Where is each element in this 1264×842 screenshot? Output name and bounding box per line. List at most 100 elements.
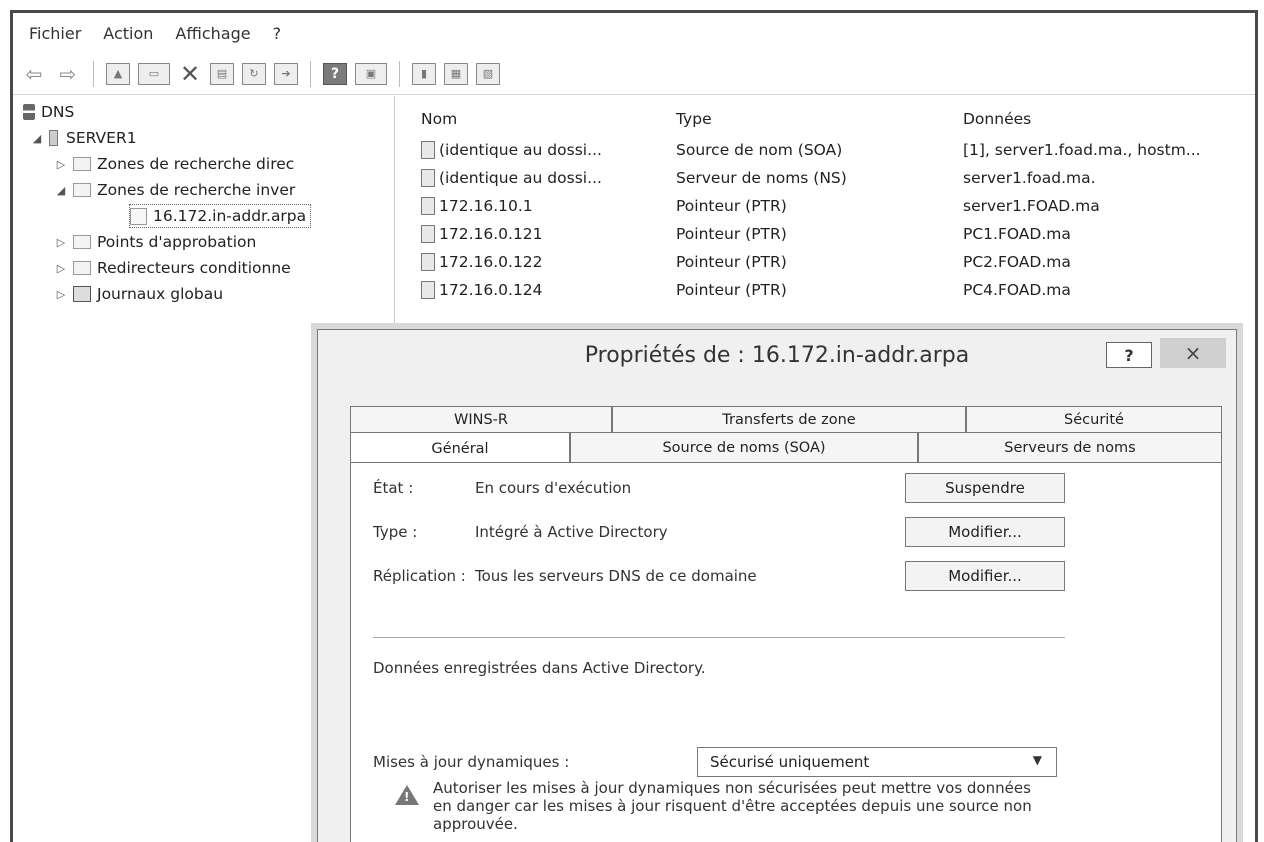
tree-node-reverse-zones[interactable]: ◢ Zones de recherche inver [53,178,296,202]
dynamic-updates-select[interactable]: Sécurisé uniquement ▼ [697,747,1057,777]
tree-label: Zones de recherche inver [97,181,296,199]
tree-node-dns[interactable]: DNS [23,100,74,124]
menu-fichier[interactable]: Fichier [29,24,81,43]
type-value: Intégré à Active Directory [475,523,668,541]
delete-icon[interactable]: ✕ [178,60,202,88]
tab-security[interactable]: Sécurité [966,406,1222,432]
chevron-down-icon: ▼ [1032,753,1042,767]
dialog-close-button[interactable]: × [1160,338,1226,368]
replication-label: Réplication : [373,567,466,585]
cell-name: 172.16.0.124 [439,280,543,299]
up-folder-icon[interactable]: ▲ [106,62,130,85]
cell-data: PC4.FOAD.ma [963,281,1071,299]
record-icon[interactable]: ▧ [476,62,500,85]
console-icon[interactable]: ▣ [355,62,387,85]
cell-data: PC2.FOAD.ma [963,253,1071,271]
cell-name: 172.16.0.121 [439,224,543,243]
record-icon [421,225,435,244]
general-tab-panel: État : En cours d'exécution Suspendre Ty… [350,462,1222,842]
list-header: Nom Type Données [401,110,1255,134]
menu-bar: Fichier Action Affichage ? [13,13,1255,53]
dns-icon [23,104,35,120]
table-row[interactable]: 172.16.0.121 Pointeur (PTR) PC1.FOAD.ma [401,220,1255,248]
toolbar: ⇦ ⇨ ▲ ▭ ✕ ▤ ↻ ➔ ? ▣ ▮ ▦ ▧ [13,53,1255,95]
tab-soa[interactable]: Source de noms (SOA) [570,432,918,462]
folder-icon [73,183,91,197]
expand-triangle-icon[interactable]: ▷ [53,236,69,249]
tab-wins-r[interactable]: WINS-R [350,406,612,432]
cell-data: server1.foad.ma. [963,169,1096,187]
tab-row-front: Général Source de noms (SOA) Serveurs de… [350,432,1222,464]
menu-affichage[interactable]: Affichage [175,24,250,43]
dialog-title: Propriétés de : 16.172.in-addr.arpa [584,342,970,368]
record-icon [421,197,435,216]
stored-in-ad-text: Données enregistrées dans Active Directo… [373,659,706,677]
replication-value: Tous les serveurs DNS de ce domaine [475,567,757,585]
column-header-donnees[interactable]: Données [963,110,1031,128]
table-row[interactable]: 172.16.0.124 Pointeur (PTR) PC4.FOAD.ma [401,276,1255,304]
mmc-window: Fichier Action Affichage ? ⇦ ⇨ ▲ ▭ ✕ ▤ ↻… [10,10,1258,842]
tab-name-servers[interactable]: Serveurs de noms [918,432,1222,462]
toolbar-separator [399,60,400,87]
expand-triangle-icon[interactable]: ▷ [53,158,69,171]
zone-icon[interactable]: ▦ [444,62,468,85]
tab-zone-transfers[interactable]: Transferts de zone [612,406,966,432]
export-icon[interactable]: ➔ [274,62,298,85]
server-icon[interactable]: ▮ [412,62,436,85]
toolbar-separator [93,60,94,87]
table-row[interactable]: (identique au dossi... Serveur de noms (… [401,164,1255,192]
cell-type: Serveur de noms (NS) [676,169,847,187]
cell-data: PC1.FOAD.ma [963,225,1071,243]
record-icon [421,281,435,300]
show-hide-tree-icon[interactable]: ▭ [138,62,170,85]
tree-node-forward-zones[interactable]: ▷ Zones de recherche direc [53,152,295,176]
help-icon[interactable]: ? [323,62,347,85]
cell-type: Pointeur (PTR) [676,253,787,271]
tab-row-back: WINS-R Transferts de zone Sécurité [350,406,1222,432]
suspend-button[interactable]: Suspendre [905,473,1065,503]
forward-arrow-icon[interactable]: ⇨ [55,62,81,86]
menu-action[interactable]: Action [103,24,153,43]
record-icon [421,141,435,160]
menu-help[interactable]: ? [273,24,282,43]
dynamic-updates-label: Mises à jour dynamiques : [373,753,570,771]
table-row[interactable]: (identique au dossi... Source de nom (SO… [401,136,1255,164]
record-icon [421,253,435,272]
state-label: État : [373,479,414,497]
tree-node-server1[interactable]: ◢ SERVER1 [29,126,137,150]
table-row[interactable]: 172.16.10.1 Pointeur (PTR) server1.FOAD.… [401,192,1255,220]
tree-label: Redirecteurs conditionne [97,259,291,277]
tree-node-global-logs[interactable]: ▷ Journaux globau [53,282,223,306]
properties-icon[interactable]: ▤ [210,62,234,85]
dialog-help-button[interactable]: ? [1106,342,1152,368]
warning-text: Autoriser les mises à jour dynamiques no… [433,779,1032,833]
tree-label: DNS [41,103,75,121]
cell-type: Source de nom (SOA) [676,141,843,159]
warning-icon: ! [395,785,419,805]
cell-type: Pointeur (PTR) [676,197,787,215]
tree-label: 16.172.in-addr.arpa [153,207,307,225]
expand-triangle-icon[interactable]: ▷ [53,288,69,301]
column-header-nom[interactable]: Nom [421,110,457,128]
modify-replication-button[interactable]: Modifier... [905,561,1065,591]
back-arrow-icon[interactable]: ⇦ [21,62,47,86]
tree-node-trust-points[interactable]: ▷ Points d'approbation [53,230,257,254]
server-icon [49,130,58,146]
collapse-triangle-icon[interactable]: ◢ [29,132,45,145]
folder-icon [73,157,91,171]
expand-triangle-icon[interactable]: ▷ [53,262,69,275]
properties-dialog: Propriétés de : 16.172.in-addr.arpa ? × … [317,329,1237,842]
column-header-type[interactable]: Type [676,110,712,128]
toolbar-separator [310,60,311,87]
dynamic-updates-value: Sécurisé uniquement [710,753,870,771]
cell-type: Pointeur (PTR) [676,225,787,243]
collapse-triangle-icon[interactable]: ◢ [53,184,69,197]
zone-icon [130,207,147,225]
modify-type-button[interactable]: Modifier... [905,517,1065,547]
tree-node-zone-16-172[interactable]: 16.172.in-addr.arpa [129,204,312,228]
tree-node-conditional-forwarders[interactable]: ▷ Redirecteurs conditionne [53,256,291,280]
table-row[interactable]: 172.16.0.122 Pointeur (PTR) PC2.FOAD.ma [401,248,1255,276]
cell-name: 172.16.0.122 [439,252,543,271]
refresh-icon[interactable]: ↻ [242,62,266,85]
tab-general[interactable]: Général [350,432,570,464]
